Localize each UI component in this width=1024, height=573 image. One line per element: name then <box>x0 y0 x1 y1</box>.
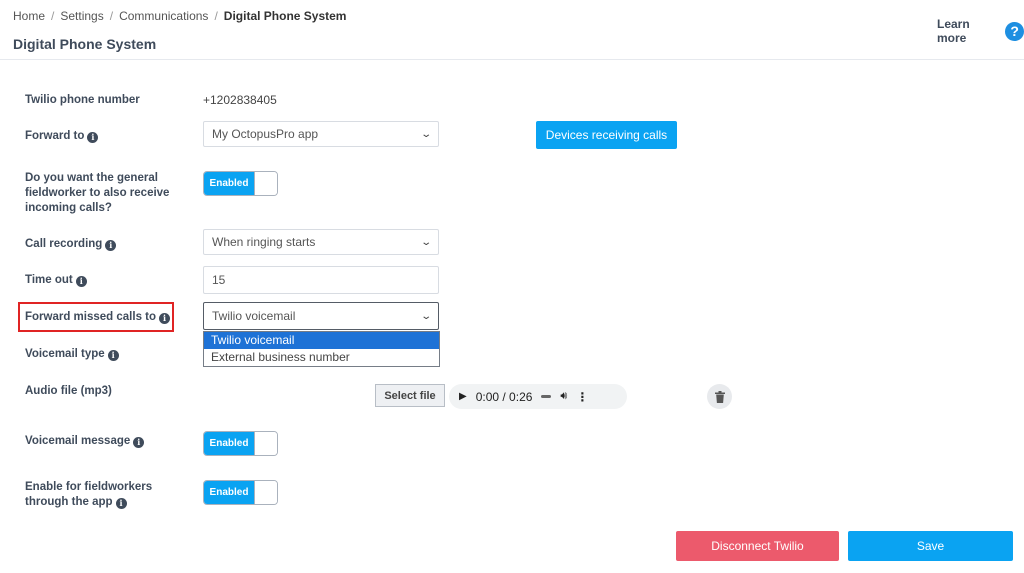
toggle-enabled-label: Enabled <box>204 432 254 455</box>
forward-to-select[interactable]: My OctopusPro app ⌄ <box>203 121 439 147</box>
time-out-input[interactable]: 15 <box>203 266 439 294</box>
general-fieldworker-toggle[interactable]: Enabled <box>203 171 278 196</box>
learn-more-link[interactable]: Learn more ? <box>937 17 1024 45</box>
volume-icon[interactable]: 🔊︎ <box>560 390 567 403</box>
time-out-label: Time out i <box>25 273 87 288</box>
fieldworkers-app-toggle[interactable]: Enabled <box>203 480 278 505</box>
fieldworkers-app-label: Enable for fieldworkers through the app i <box>25 480 175 510</box>
info-icon: i <box>105 240 117 251</box>
voicemail-message-toggle[interactable]: Enabled <box>203 431 278 456</box>
phone-number-value: +1202838405 <box>203 93 277 107</box>
voicemail-message-label: Voicemail message i <box>25 434 145 449</box>
help-icon: ? <box>1005 21 1024 41</box>
save-button[interactable]: Save <box>848 531 1013 561</box>
toggle-knob <box>254 481 277 504</box>
chevron-down-icon: ⌄ <box>419 310 432 322</box>
breadcrumb-settings[interactable]: Settings <box>60 9 103 23</box>
chevron-down-icon: ⌄ <box>419 128 432 140</box>
dropdown-option-external-business-number[interactable]: External business number <box>204 349 439 366</box>
forward-to-label: Forward to i <box>25 129 99 144</box>
page-title: Digital Phone System <box>13 36 157 52</box>
info-icon: i <box>159 313 171 324</box>
breadcrumb-home[interactable]: Home <box>13 9 45 23</box>
info-icon: i <box>107 350 119 361</box>
time-out-label-text: Time out <box>25 274 73 286</box>
breadcrumb-separator: / <box>51 9 55 23</box>
forward-missed-select[interactable]: Twilio voicemail ⌄ <box>203 302 439 330</box>
audio-file-label: Audio file (mp3) <box>25 385 112 397</box>
call-recording-label-text: Call recording <box>25 238 103 250</box>
audio-time: 0:00 / 0:26 <box>475 389 533 404</box>
trash-icon <box>714 390 725 403</box>
forward-to-label-text: Forward to <box>25 130 85 142</box>
toggle-knob <box>254 172 277 195</box>
breadcrumb-current: Digital Phone System <box>223 9 347 23</box>
toggle-knob <box>254 432 277 455</box>
audio-player: ▶ 0:00 / 0:26 🔊︎ ⋮ <box>449 384 627 409</box>
forward-missed-label-text: Forward missed calls to <box>25 311 157 323</box>
breadcrumb: Home / Settings / Communications / Digital Pho… <box>13 9 346 23</box>
toggle-enabled-label: Enabled <box>204 481 254 504</box>
forward-missed-value: Twilio voicemail <box>212 309 296 323</box>
forward-missed-dropdown: Twilio voicemail External business numbe… <box>203 331 440 367</box>
header-divider <box>0 59 1024 60</box>
call-recording-select[interactable]: When ringing starts ⌄ <box>203 229 439 255</box>
chevron-down-icon: ⌄ <box>419 236 432 248</box>
voicemail-type-label-text: Voicemail type <box>25 348 105 360</box>
more-options-icon[interactable]: ⋮ <box>576 390 588 404</box>
voicemail-message-label-text: Voicemail message <box>25 435 131 447</box>
forward-missed-label: Forward missed calls to i <box>25 310 171 325</box>
voicemail-type-label: Voicemail type i <box>25 347 119 362</box>
disconnect-twilio-button[interactable]: Disconnect Twilio <box>676 531 839 561</box>
call-recording-label: Call recording i <box>25 237 117 252</box>
forward-to-value: My OctopusPro app <box>212 127 319 141</box>
general-fieldworker-label: Do you want the general fieldworker to a… <box>25 172 170 214</box>
phone-number-label: Twilio phone number <box>25 94 140 106</box>
fieldworkers-app-label-text: Enable for fieldworkers through the app <box>25 481 153 508</box>
breadcrumb-separator: / <box>109 9 114 23</box>
time-out-value: 15 <box>212 273 226 287</box>
info-icon: i <box>75 276 87 287</box>
volume-slider[interactable] <box>541 395 552 398</box>
delete-audio-button[interactable] <box>707 384 732 409</box>
dropdown-option-twilio-voicemail[interactable]: Twilio voicemail <box>204 332 439 349</box>
breadcrumb-separator: / <box>214 9 218 23</box>
devices-receiving-calls-button[interactable]: Devices receiving calls <box>536 121 677 149</box>
info-icon: i <box>87 132 99 143</box>
call-recording-value: When ringing starts <box>212 235 316 249</box>
info-icon: i <box>133 437 145 448</box>
select-file-button[interactable]: Select file <box>375 384 445 407</box>
play-icon[interactable]: ▶ <box>459 391 467 402</box>
learn-more-label: Learn more <box>937 17 970 45</box>
toggle-enabled-label: Enabled <box>204 172 254 195</box>
breadcrumb-communications[interactable]: Communications <box>119 9 208 23</box>
info-icon: i <box>115 498 127 509</box>
